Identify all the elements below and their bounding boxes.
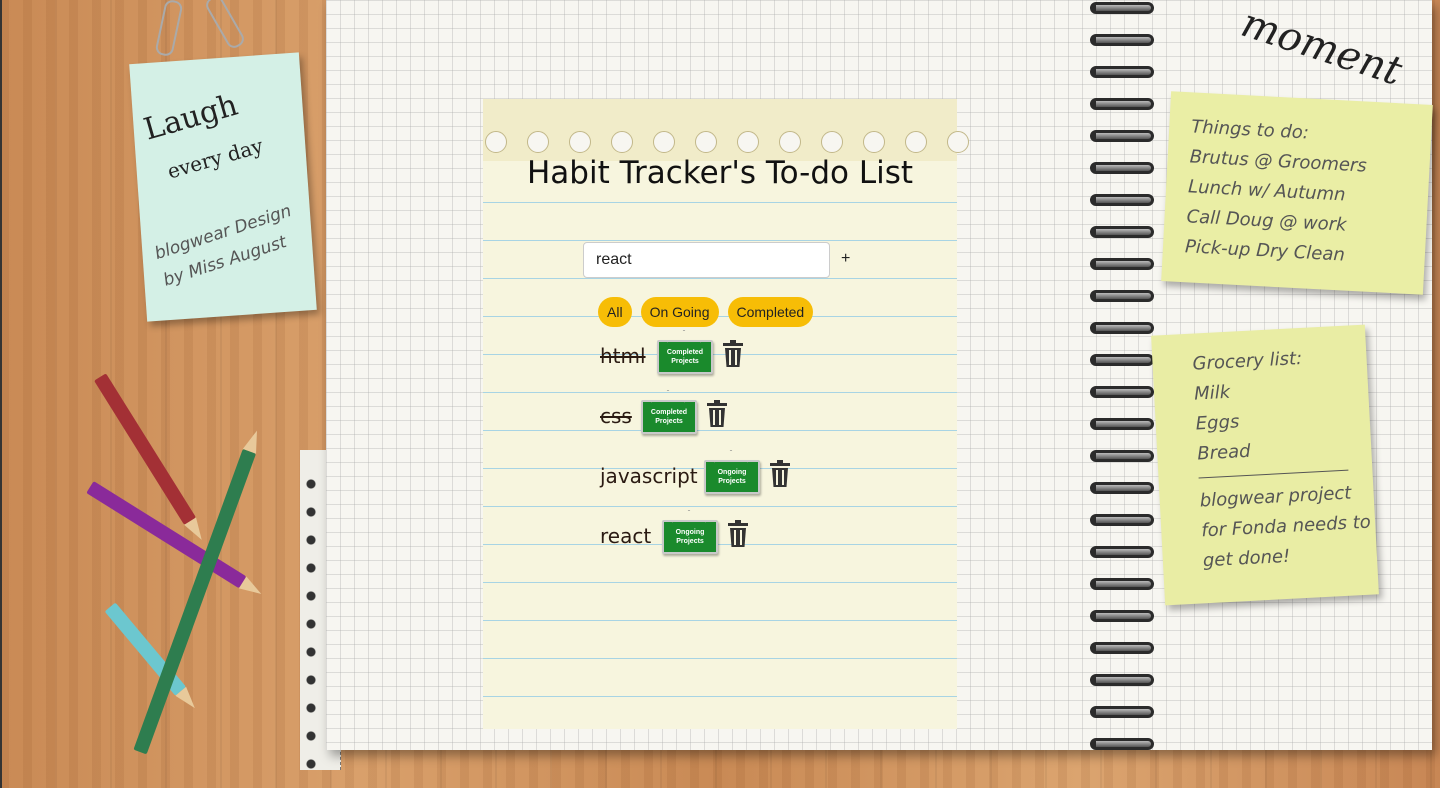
todo-text[interactable]: javascript — [600, 456, 698, 496]
filter-all-button[interactable]: All — [598, 297, 632, 327]
binder-hole — [737, 131, 759, 153]
spiral-ring — [1090, 322, 1154, 334]
binder-hole — [779, 131, 801, 153]
spiral-ring — [1090, 130, 1154, 142]
todo-text[interactable]: react — [600, 516, 651, 556]
binder-hole — [863, 131, 885, 153]
spiral-ring — [1090, 386, 1154, 398]
sticky-note-grocery: Grocery list: Milk Eggs Bread blogwear p… — [1151, 324, 1379, 606]
sticky-every-day-text: every day — [164, 133, 266, 184]
status-sign[interactable]: Ongoing Projects — [662, 520, 718, 554]
sticky-credit: blogwear Design by Miss August — [151, 197, 304, 294]
spiral-ring — [1090, 738, 1154, 750]
spiral-ring — [1090, 578, 1154, 590]
spiral-ring — [1090, 642, 1154, 654]
page-title: Habit Tracker's To-do List — [526, 155, 914, 191]
spiral-ring — [1090, 162, 1154, 174]
status-sign[interactable]: Completed Projects — [641, 400, 697, 434]
spiral-ring — [1090, 546, 1154, 558]
todo-input[interactable] — [583, 242, 830, 278]
binder-hole — [569, 131, 591, 153]
sticky-note-laugh: Laugh every day blogwear Design by Miss … — [129, 52, 317, 322]
spiral-ring — [1090, 194, 1154, 206]
note-divider — [1198, 469, 1349, 479]
status-sign[interactable]: Ongoing Projects — [704, 460, 760, 494]
paperclip-icon — [154, 0, 184, 58]
todo-text[interactable]: css — [600, 396, 632, 436]
binder-hole — [527, 131, 549, 153]
notebook-spiral — [1090, 0, 1160, 750]
sticky-laugh-text: Laugh — [140, 87, 242, 148]
trash-icon[interactable] — [727, 520, 749, 548]
spiral-ring — [1090, 290, 1154, 302]
spiral-ring — [1090, 98, 1154, 110]
binder-hole — [485, 131, 507, 153]
spiral-ring — [1090, 450, 1154, 462]
binder-holes — [483, 131, 969, 153]
binder-hole — [611, 131, 633, 153]
filter-ongoing-button[interactable]: On Going — [640, 297, 719, 327]
spiral-ring — [1090, 706, 1154, 718]
todo-text[interactable]: html — [600, 336, 646, 376]
trash-icon[interactable] — [722, 340, 744, 368]
binder-hole — [653, 131, 675, 153]
binder-hole — [695, 131, 717, 153]
add-todo-row: + — [583, 242, 850, 278]
spiral-ring — [1090, 66, 1154, 78]
trash-icon[interactable] — [706, 400, 728, 428]
spiral-ring — [1090, 482, 1154, 494]
spiral-ring — [1090, 418, 1154, 430]
green-pencil — [133, 448, 257, 755]
todo-app-card: Habit Tracker's To-do List + All On Going… — [483, 99, 969, 729]
spiral-ring — [1090, 34, 1154, 46]
binder-hole — [947, 131, 969, 153]
binder-hole — [905, 131, 927, 153]
back-page-holes — [302, 470, 320, 770]
spiral-ring — [1090, 226, 1154, 238]
wood-edge — [0, 0, 2, 788]
spiral-ring — [1090, 674, 1154, 686]
spiral-ring — [1090, 354, 1154, 366]
spiral-ring — [1090, 258, 1154, 270]
add-todo-button[interactable]: + — [841, 250, 850, 268]
spiral-ring — [1090, 2, 1154, 14]
filter-bar: All On Going Completed — [598, 297, 822, 327]
sticky-note-things-to-do: Things to do: Brutus @ Groomers Lunch w/… — [1161, 91, 1433, 295]
spiral-ring — [1090, 514, 1154, 526]
trash-icon[interactable] — [769, 460, 791, 488]
filter-completed-button[interactable]: Completed — [727, 297, 814, 327]
spiral-ring — [1090, 610, 1154, 622]
binder-hole — [821, 131, 843, 153]
paperclip-icon — [203, 0, 247, 51]
status-sign[interactable]: Completed Projects — [657, 340, 713, 374]
